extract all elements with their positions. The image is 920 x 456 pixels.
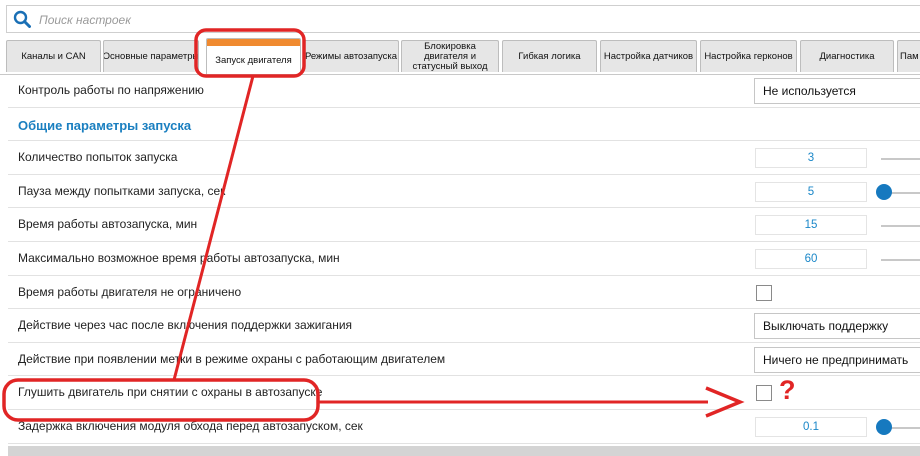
settings-row: Время работы двигателя не ограничено [8, 276, 920, 310]
tab-sensor-settings[interactable]: Настройка датчиков [600, 40, 697, 72]
tab-engine-block[interactable]: Блокировка двигателя и статусный выход [401, 40, 499, 72]
ignition-hour-action-select[interactable]: Выключать поддержку [754, 313, 920, 340]
max-autostart-time-input[interactable]: 60 [755, 248, 867, 269]
setting-label: Пауза между попытками запуска, сек [18, 183, 226, 198]
bypass-delay-input[interactable]: 0.1 [755, 416, 867, 437]
settings-row: Время работы автозапуска, мин 15 [8, 208, 920, 242]
tab-label: Запуск двигателя [215, 54, 292, 66]
tab-autostart-modes[interactable]: Режимы автозапуска [303, 40, 399, 72]
unlimited-runtime-checkbox[interactable] [756, 284, 772, 301]
settings-row: Задержка включения модуля обхода перед а… [8, 410, 920, 444]
setting-label: Действие через час после включения подде… [18, 318, 353, 333]
tab-label: Основные параметры [103, 50, 199, 62]
search-bar [6, 5, 920, 33]
tab-label: Настройка датчиков [603, 50, 694, 62]
start-attempts-slider[interactable] [881, 158, 920, 161]
tab-label: Блокировка двигателя и статусный выход [412, 40, 488, 72]
setting-label: Время работы двигателя не ограничено [18, 284, 242, 299]
max-autostart-time-slider[interactable] [881, 258, 920, 261]
tab-label: Настройка герконов [704, 50, 793, 62]
attempt-pause-slider-knob[interactable] [876, 183, 892, 200]
setting-label: Количество попыток запуска [18, 150, 178, 165]
tab-label: Каналы и CAN [21, 50, 86, 62]
tab-engine-start[interactable]: Запуск двигателя [206, 38, 301, 74]
bottom-strip [8, 446, 920, 456]
settings-row: Действие при появлении метки в режиме ох… [8, 343, 920, 377]
section-header: Общие параметры запуска [8, 108, 920, 142]
attempt-pause-input[interactable]: 5 [755, 181, 867, 202]
tab-main-params[interactable]: Основные параметры [103, 40, 199, 72]
start-attempts-input[interactable]: 3 [755, 148, 867, 169]
search-icon[interactable] [13, 10, 31, 28]
settings-row: Максимально возможное время работы автоз… [8, 242, 920, 276]
settings-row: Действие через час после включения подде… [8, 309, 920, 343]
question-mark-annotation: ? [779, 375, 796, 405]
active-tab-accent [207, 39, 300, 46]
section-title: Общие параметры запуска [18, 117, 192, 133]
setting-label: Глушить двигатель при снятии с охраны в … [18, 385, 323, 400]
tab-channels-can[interactable]: Каналы и CAN [6, 40, 101, 72]
tab-label: Гибкая логика [518, 50, 581, 62]
voltage-control-select[interactable]: Не используется [754, 78, 920, 104]
autostart-time-input[interactable]: 15 [755, 215, 867, 236]
settings-row: Количество попыток запуска 3 [8, 141, 920, 175]
tab-reed-settings[interactable]: Настройка герконов [700, 40, 797, 72]
tag-appearance-action-select[interactable]: Ничего не предпринимать [754, 346, 920, 373]
settings-tabs: Каналы и CAN Основные параметры Запуск д… [0, 38, 920, 75]
tab-diagnostics[interactable]: Диагностика [800, 40, 894, 72]
search-input[interactable] [37, 9, 901, 31]
tab-memory[interactable]: Пам [897, 40, 920, 72]
setting-label: Максимально возможное время работы автоз… [18, 250, 340, 265]
tab-flex-logic[interactable]: Гибкая логика [502, 40, 597, 72]
setting-label: Задержка включения модуля обхода перед а… [18, 418, 363, 433]
setting-label: Контроль работы по напряжению [18, 83, 204, 97]
stop-engine-on-disarm-checkbox[interactable] [756, 385, 772, 402]
tab-label: Пам [900, 50, 919, 62]
bypass-delay-slider-knob[interactable] [876, 418, 892, 435]
settings-row: Пауза между попытками запуска, сек 5 [8, 175, 920, 209]
tab-label: Режимы автозапуска [304, 50, 398, 62]
tab-label: Диагностика [819, 50, 875, 62]
setting-label: Действие при появлении метки в режиме ох… [18, 351, 446, 366]
settings-row: Контроль работы по напряжению Не использ… [8, 74, 920, 108]
setting-label: Время работы автозапуска, мин [18, 217, 198, 232]
autostart-time-slider[interactable] [881, 225, 920, 228]
